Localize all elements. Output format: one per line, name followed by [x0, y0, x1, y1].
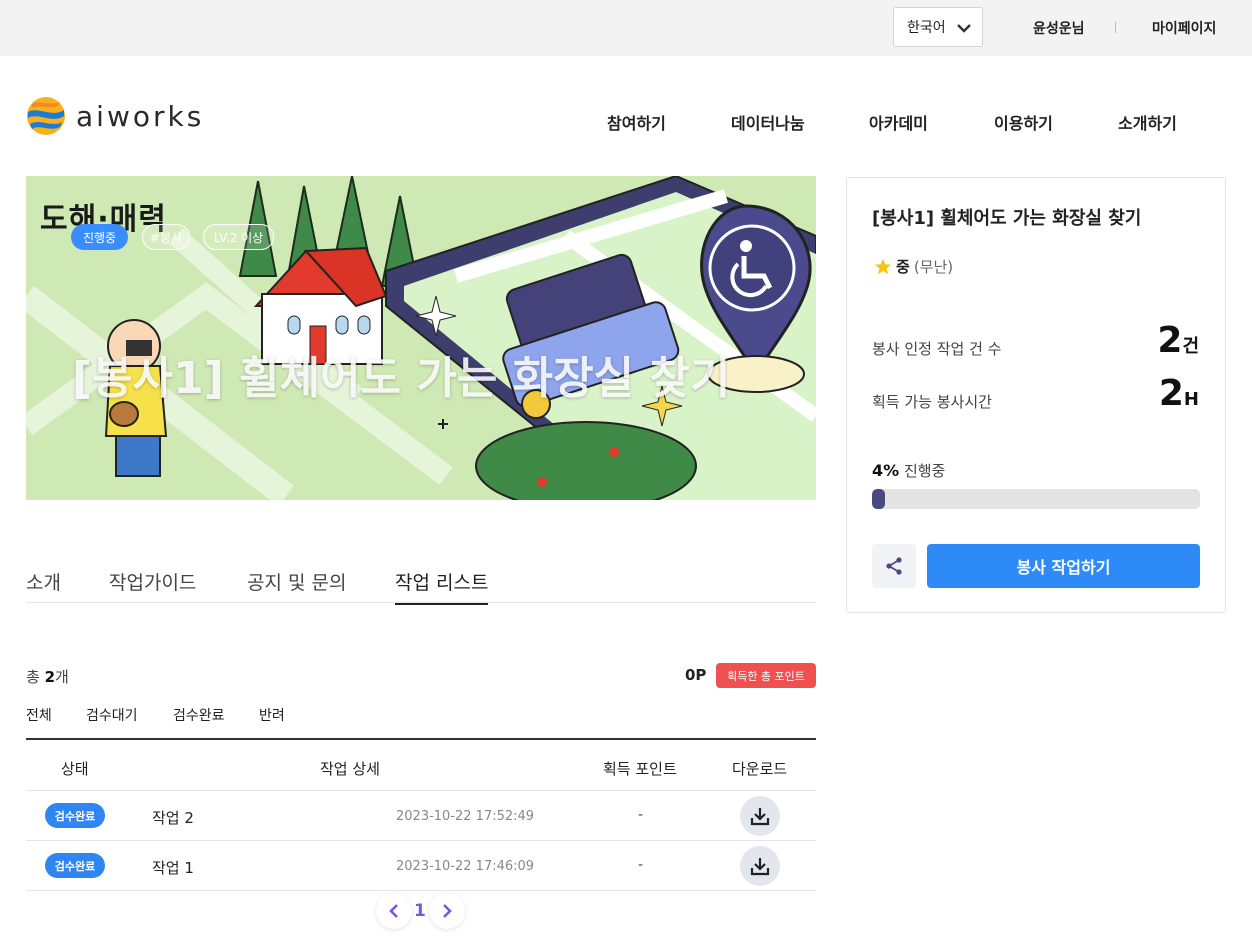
logo[interactable]: aiworks [26, 96, 204, 136]
work-count-value: 2 [1157, 320, 1183, 361]
hours-unit: H [1183, 389, 1199, 410]
banner-title: [봉사1] 휠체어도 가는 화장실 찾기 [72, 353, 731, 404]
content-tabs: 소개 작업가이드 공지 및 문의 작업 리스트 [26, 568, 816, 605]
difficulty-level: 중 [896, 258, 910, 276]
total-suffix: 개 [55, 668, 69, 686]
nav-academy[interactable]: 아카데미 [869, 110, 928, 134]
progress-label: 4% 진행중 [872, 460, 945, 481]
download-icon [750, 808, 770, 826]
progress-percent: 4% [872, 461, 900, 480]
total-prefix: 총 [26, 668, 45, 686]
filter-rejected[interactable]: 반려 [259, 705, 285, 725]
logo-text: aiworks [76, 99, 205, 133]
work-count: 2건 [1157, 320, 1199, 361]
status-badge: 검수완료 [45, 853, 105, 878]
nav-data-sharing[interactable]: 데이터나눔 [731, 110, 805, 134]
table-bottom-border [26, 890, 816, 891]
share-icon [886, 557, 902, 575]
column-detail: 작업 상세 [320, 760, 380, 778]
filter-approved[interactable]: 검수완료 [173, 705, 225, 725]
hours-label: 획득 가능 봉사시간 [872, 393, 992, 411]
tab-notice[interactable]: 공지 및 문의 [247, 568, 346, 595]
chevron-right-icon [443, 904, 452, 918]
tag-chip: #봉사 [142, 224, 190, 250]
next-page-button[interactable] [429, 893, 465, 929]
table-row[interactable]: 검수완료 작업 2 2023-10-22 17:52:49 - [26, 790, 816, 840]
chevron-left-icon [389, 904, 398, 918]
progress-status: 진행중 [903, 462, 946, 480]
task-name[interactable]: 작업 2 [152, 807, 194, 828]
download-icon [750, 858, 770, 876]
filter-pending[interactable]: 검수대기 [86, 705, 138, 725]
progress-bar [872, 489, 1200, 509]
status-chip: 진행중 [71, 224, 128, 250]
task-date: 2023-10-22 17:52:49 [396, 809, 535, 824]
column-points: 획득 포인트 [603, 760, 677, 778]
language-select-value: 한국어 [907, 20, 946, 36]
start-volunteer-task-button[interactable]: 봉사 작업하기 [927, 544, 1200, 588]
column-download: 다운로드 [732, 760, 788, 778]
progress-bar-fill [872, 489, 886, 509]
nav-usage[interactable]: 이용하기 [994, 110, 1053, 134]
task-table: 상태 작업 상세 획득 포인트 다운로드 검수완료 작업 2 2023-10-2… [26, 738, 816, 891]
download-button[interactable] [740, 846, 780, 886]
mypage-link[interactable]: 마이페이지 [1152, 18, 1216, 38]
volunteer-hours: 2H [1159, 373, 1199, 414]
difficulty: 중 (무난) [874, 256, 953, 277]
task-points: - [638, 857, 644, 873]
divider [1115, 22, 1116, 33]
status-badge: 검수완료 [45, 803, 105, 828]
hours-value: 2 [1158, 373, 1184, 414]
total-number: 2 [44, 668, 56, 686]
level-chip: LV.2 이상 [203, 224, 274, 250]
nav-about[interactable]: 소개하기 [1118, 110, 1177, 134]
user-name-link[interactable]: 윤성운님 [1033, 18, 1085, 38]
task-date: 2023-10-22 17:46:09 [396, 859, 535, 874]
current-page[interactable]: 1 [414, 901, 426, 921]
nav-participate[interactable]: 참여하기 [607, 110, 666, 134]
task-points: - [638, 807, 644, 823]
download-button[interactable] [740, 796, 780, 836]
filter-all[interactable]: 전체 [26, 705, 52, 725]
share-button[interactable] [872, 544, 916, 588]
work-count-label: 봉사 인정 작업 건 수 [872, 340, 1002, 358]
star-icon [874, 258, 892, 274]
tab-guide[interactable]: 작업가이드 [109, 568, 196, 595]
project-banner: 도해·매력 [26, 176, 816, 500]
task-name[interactable]: 작업 1 [152, 857, 194, 878]
column-status: 상태 [61, 760, 89, 778]
chevron-down-icon [957, 24, 971, 33]
prev-page-button[interactable] [376, 893, 412, 929]
tab-intro[interactable]: 소개 [26, 568, 61, 595]
logo-icon [27, 97, 65, 135]
difficulty-note: (무난) [913, 258, 954, 276]
tab-task-list[interactable]: 작업 리스트 [395, 568, 489, 605]
table-row[interactable]: 검수완료 작업 1 2023-10-22 17:46:09 - [26, 840, 816, 890]
total-count: 총 2개 [26, 666, 69, 687]
total-points: 0P [685, 666, 707, 684]
language-select[interactable]: 한국어 [893, 7, 983, 47]
project-summary-card: [봉사1] 휠체어도 가는 화장실 찾기 중 (무난) 봉사 인정 작업 건 수… [846, 177, 1226, 613]
points-badge: 획득한 총 포인트 [716, 663, 816, 688]
work-count-unit: 건 [1182, 336, 1199, 357]
top-utility-bar: 한국어 윤성운님 마이페이지 [0, 0, 1252, 56]
card-title: [봉사1] 휠체어도 가는 화장실 찾기 [872, 208, 1142, 229]
